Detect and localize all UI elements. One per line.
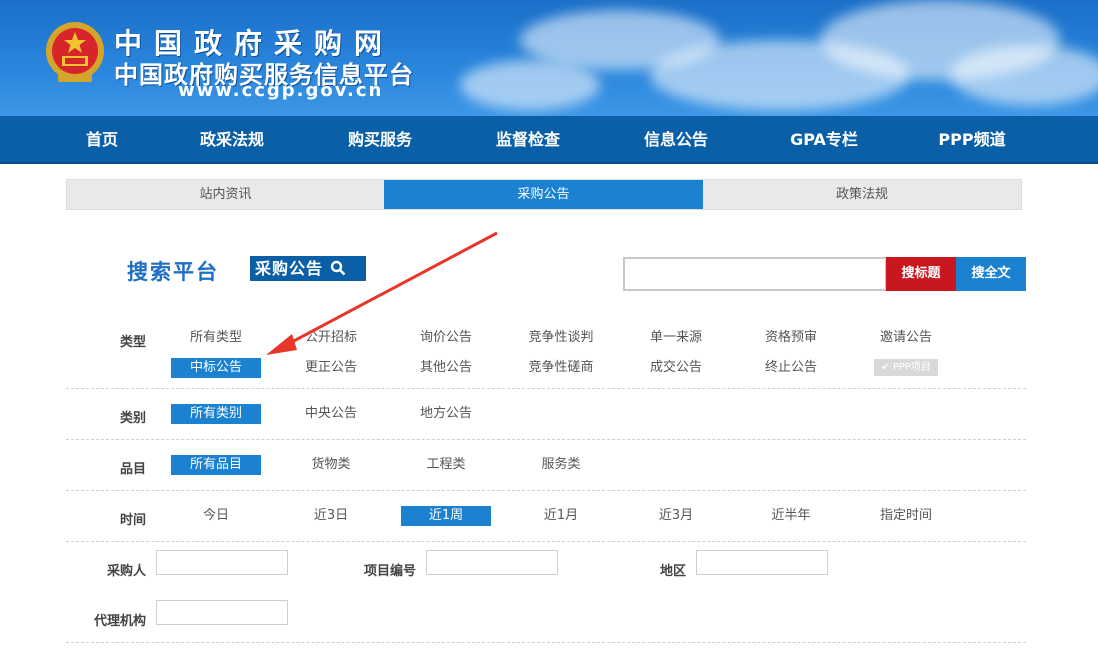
time-option-3months[interactable]: 近3月 <box>631 506 721 526</box>
type-option-competitive-negotiation[interactable]: 竞争性谈判 <box>516 328 606 348</box>
item-option-engineering[interactable]: 工程类 <box>401 455 491 475</box>
type-option-termination[interactable]: 终止公告 <box>746 358 836 378</box>
search-platform-title: 搜索平台 <box>127 260 219 284</box>
item-option-all[interactable]: 所有品目 <box>171 455 261 475</box>
type-option-all[interactable]: 所有类型 <box>171 328 261 348</box>
time-option-custom[interactable]: 指定时间 <box>861 506 951 526</box>
cloud-decoration <box>460 60 600 110</box>
item-option-goods[interactable]: 货物类 <box>286 455 376 475</box>
tab-site-news[interactable]: 站内资讯 <box>67 180 384 209</box>
main-nav: 首页 政采法规 购买服务 监督检查 信息公告 GPA专栏 PPP频道 <box>0 116 1098 164</box>
type-option-transaction[interactable]: 成交公告 <box>631 358 721 378</box>
search-input[interactable] <box>623 257 887 291</box>
divider <box>66 642 1026 643</box>
nav-item-announcements[interactable]: 信息公告 <box>616 116 736 164</box>
project-number-label: 项目编号 <box>363 564 416 579</box>
region-input[interactable] <box>696 550 828 575</box>
time-option-3days[interactable]: 近3日 <box>286 506 376 526</box>
ppp-project-checkbox[interactable]: ✔ PPP项目 <box>874 359 938 376</box>
content-tabs: 站内资讯 采购公告 政策法规 <box>66 179 1022 210</box>
search-title-button[interactable]: 搜标题 <box>886 257 956 291</box>
buyer-label: 采购人 <box>106 564 146 579</box>
header-banner: 中国政府采购网 中国政府购买服务信息平台 www.ccgp.gov.cn <box>0 0 1098 116</box>
agency-label: 代理机构 <box>93 614 146 629</box>
type-option-single-source[interactable]: 单一来源 <box>631 328 721 348</box>
tab-procurement-announcements[interactable]: 采购公告 <box>384 180 703 209</box>
cloud-decoration <box>950 45 1098 105</box>
type-option-invitation[interactable]: 邀请公告 <box>861 328 951 348</box>
type-option-winning-bid[interactable]: 中标公告 <box>171 358 261 378</box>
type-option-correction[interactable]: 更正公告 <box>286 358 376 378</box>
divider <box>66 439 1026 440</box>
filter-item-label: 品目 <box>119 462 146 477</box>
tab-policy[interactable]: 政策法规 <box>703 180 1021 209</box>
filter-time-label: 时间 <box>119 513 146 528</box>
site-url: www.ccgp.gov.cn <box>178 80 384 101</box>
nav-item-home[interactable]: 首页 <box>42 116 162 164</box>
type-option-competitive-consultation[interactable]: 竞争性磋商 <box>516 358 606 378</box>
project-number-input[interactable] <box>426 550 558 575</box>
time-option-1week[interactable]: 近1周 <box>401 506 491 526</box>
agency-input[interactable] <box>156 600 288 625</box>
category-option-all[interactable]: 所有类别 <box>171 404 261 424</box>
type-option-inquiry[interactable]: 询价公告 <box>401 328 491 348</box>
search-platform-badge: 采购公告 <box>250 256 366 281</box>
category-option-local[interactable]: 地方公告 <box>401 404 491 424</box>
nav-item-ppp[interactable]: PPP频道 <box>912 116 1032 164</box>
search-fulltext-button[interactable]: 搜全文 <box>956 257 1026 291</box>
national-emblem-icon <box>46 22 104 82</box>
nav-item-regulations[interactable]: 政采法规 <box>172 116 292 164</box>
time-option-today[interactable]: 今日 <box>171 506 261 526</box>
type-option-other[interactable]: 其他公告 <box>401 358 491 378</box>
filter-category-label: 类别 <box>119 411 146 426</box>
divider <box>66 541 1026 542</box>
filter-type-label: 类型 <box>119 335 146 350</box>
nav-item-supervision[interactable]: 监督检查 <box>468 116 588 164</box>
search-platform-badge-label: 采购公告 <box>255 259 324 278</box>
region-label: 地区 <box>659 564 686 579</box>
buyer-input[interactable] <box>156 550 288 575</box>
type-option-prequalification[interactable]: 资格预审 <box>746 328 836 348</box>
type-option-open-tender[interactable]: 公开招标 <box>286 328 376 348</box>
nav-item-purchase-services[interactable]: 购买服务 <box>320 116 440 164</box>
item-option-services[interactable]: 服务类 <box>516 455 606 475</box>
time-option-1month[interactable]: 近1月 <box>516 506 606 526</box>
divider <box>66 388 1026 389</box>
divider <box>66 490 1026 491</box>
nav-item-gpa[interactable]: GPA专栏 <box>764 116 884 164</box>
category-option-central[interactable]: 中央公告 <box>286 404 376 424</box>
time-option-half-year[interactable]: 近半年 <box>746 506 836 526</box>
search-icon <box>330 260 346 276</box>
